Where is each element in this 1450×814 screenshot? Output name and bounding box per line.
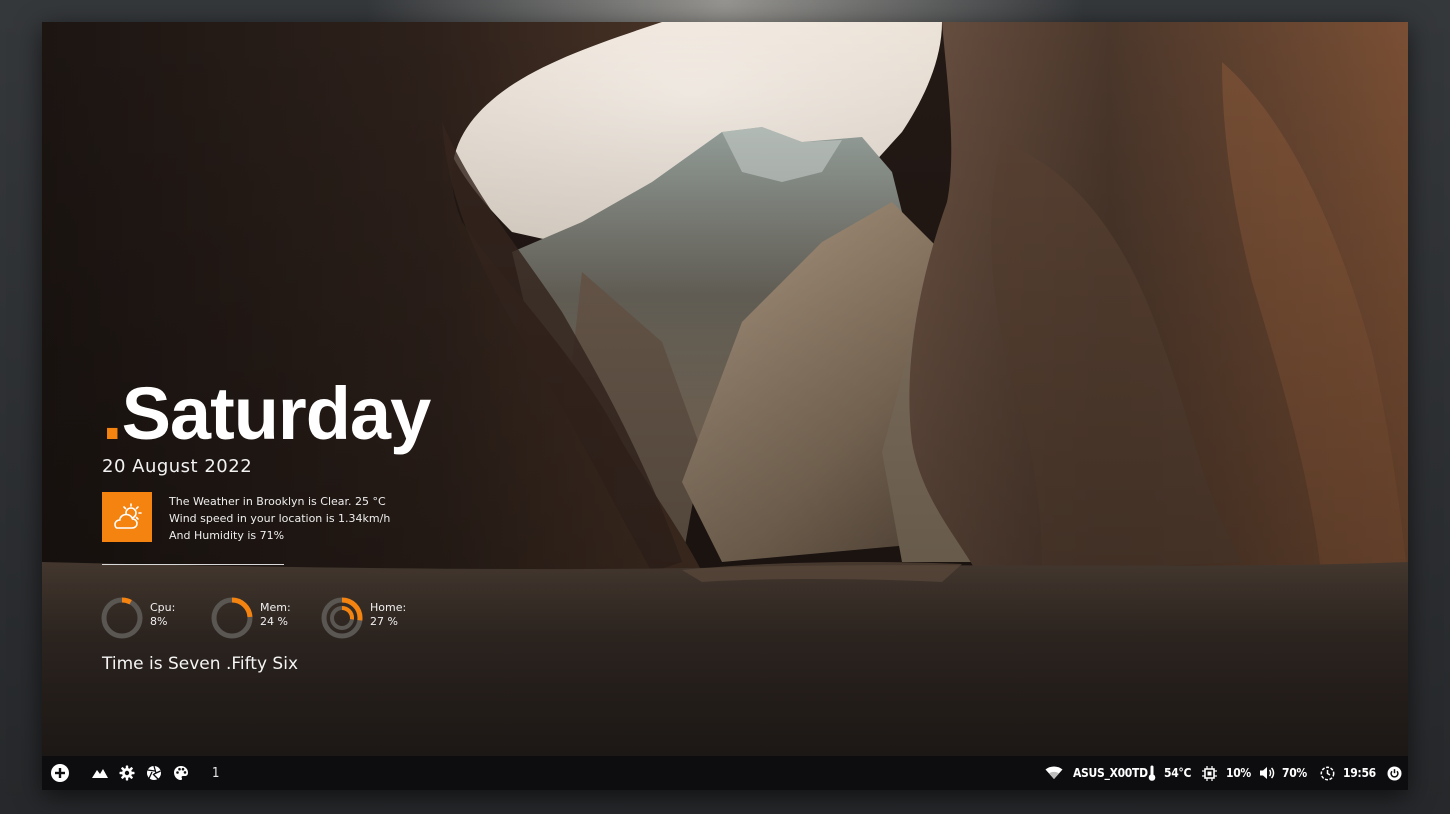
- weather-icon-box: [102, 492, 152, 542]
- weather-line-humidity: And Humidity is 71%: [169, 529, 285, 542]
- clock-icon: [1320, 766, 1335, 780]
- volume-indicator[interactable]: 70%: [1259, 756, 1307, 790]
- weather-line-wind: Wind speed in your location is 1.34km/h: [169, 512, 391, 525]
- power-button[interactable]: [1387, 756, 1402, 790]
- workspace-indicator[interactable]: 1: [212, 756, 219, 790]
- cpu-chip-icon: [1202, 765, 1217, 781]
- mem-gauge: Mem: 24 %: [210, 596, 310, 642]
- gear-icon: [119, 765, 135, 781]
- palette-button[interactable]: [173, 756, 189, 790]
- taskbar: 1 ASUS_X00TD 54°C 10% 70% 19:56: [42, 756, 1408, 790]
- volume-value: 70%: [1282, 766, 1307, 780]
- thermometer-icon: [1148, 765, 1156, 781]
- clock-value: 19:56: [1343, 766, 1376, 780]
- aperture-button[interactable]: [146, 756, 162, 790]
- speaker-icon: [1260, 767, 1275, 779]
- day-title-dot: .: [102, 372, 123, 455]
- wifi-icon: [1045, 766, 1063, 779]
- weather-line-condition: The Weather in Brooklyn is Clear. 25 °C: [169, 495, 386, 508]
- temperature-indicator[interactable]: 54°C: [1148, 756, 1191, 790]
- cpu-label: Cpu:: [150, 601, 176, 614]
- mountain-button[interactable]: [91, 756, 109, 790]
- home-value: 27 %: [370, 615, 398, 628]
- partly-cloudy-icon: [114, 503, 142, 529]
- power-icon: [1387, 766, 1402, 780]
- add-icon: [51, 764, 69, 782]
- date-label: 20 August 2022: [102, 456, 253, 477]
- weather-info: The Weather in Brooklyn is Clear. 25 °C …: [169, 493, 390, 544]
- mem-ring: [211, 597, 253, 639]
- mountain-icon: [92, 769, 108, 778]
- aperture-icon: [147, 765, 161, 780]
- cpu-ring: [101, 597, 143, 639]
- time-text: Time is Seven .Fifty Six: [102, 654, 298, 674]
- settings-button[interactable]: [119, 756, 135, 790]
- add-button[interactable]: [50, 756, 70, 790]
- mem-label: Mem:: [260, 601, 291, 614]
- cpu-value: 8%: [150, 615, 168, 628]
- cpu-indicator[interactable]: 10%: [1202, 756, 1251, 790]
- home-ring: [321, 597, 363, 639]
- day-name: Saturday: [121, 372, 432, 455]
- widget-divider: [102, 564, 284, 565]
- clock-indicator[interactable]: 19:56: [1320, 756, 1376, 790]
- day-title: .Saturday: [102, 372, 432, 455]
- desktop-screen: .Saturday 20 August 2022 The Weather in …: [42, 22, 1408, 790]
- mem-value: 24 %: [260, 615, 288, 628]
- palette-icon: [174, 766, 188, 780]
- cpu-usage-value: 10%: [1226, 766, 1251, 780]
- temperature-value: 54°C: [1164, 766, 1192, 780]
- cpu-gauge: Cpu: 8%: [100, 596, 200, 642]
- wifi-name: ASUS_X00TD: [1073, 766, 1148, 780]
- wifi-indicator[interactable]: ASUS_X00TD: [1045, 756, 1148, 790]
- home-gauge: Home: 27 %: [320, 596, 420, 642]
- home-label: Home:: [370, 601, 407, 614]
